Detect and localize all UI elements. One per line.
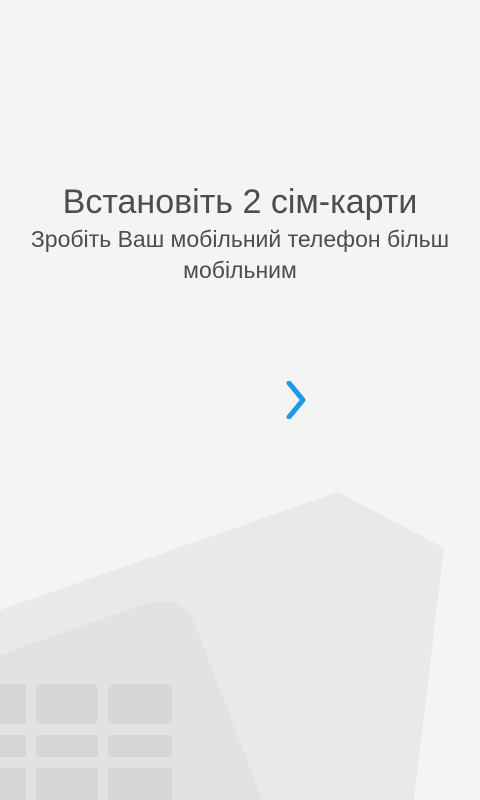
promo-title: Встановіть 2 сім-карти (62, 183, 418, 221)
next-button[interactable] (278, 376, 314, 424)
sim-cards-illustration (0, 492, 444, 800)
chevron-right-icon (286, 381, 306, 419)
onboarding-screen: Встановіть 2 сім-карти Зробіть Ваш мобіл… (0, 0, 480, 800)
promo-text-block: Встановіть 2 сім-карти Зробіть Ваш мобіл… (0, 180, 480, 286)
promo-subtitle: Зробіть Ваш мобільний телефон більш мобі… (30, 226, 450, 283)
sim-chip (0, 684, 172, 800)
